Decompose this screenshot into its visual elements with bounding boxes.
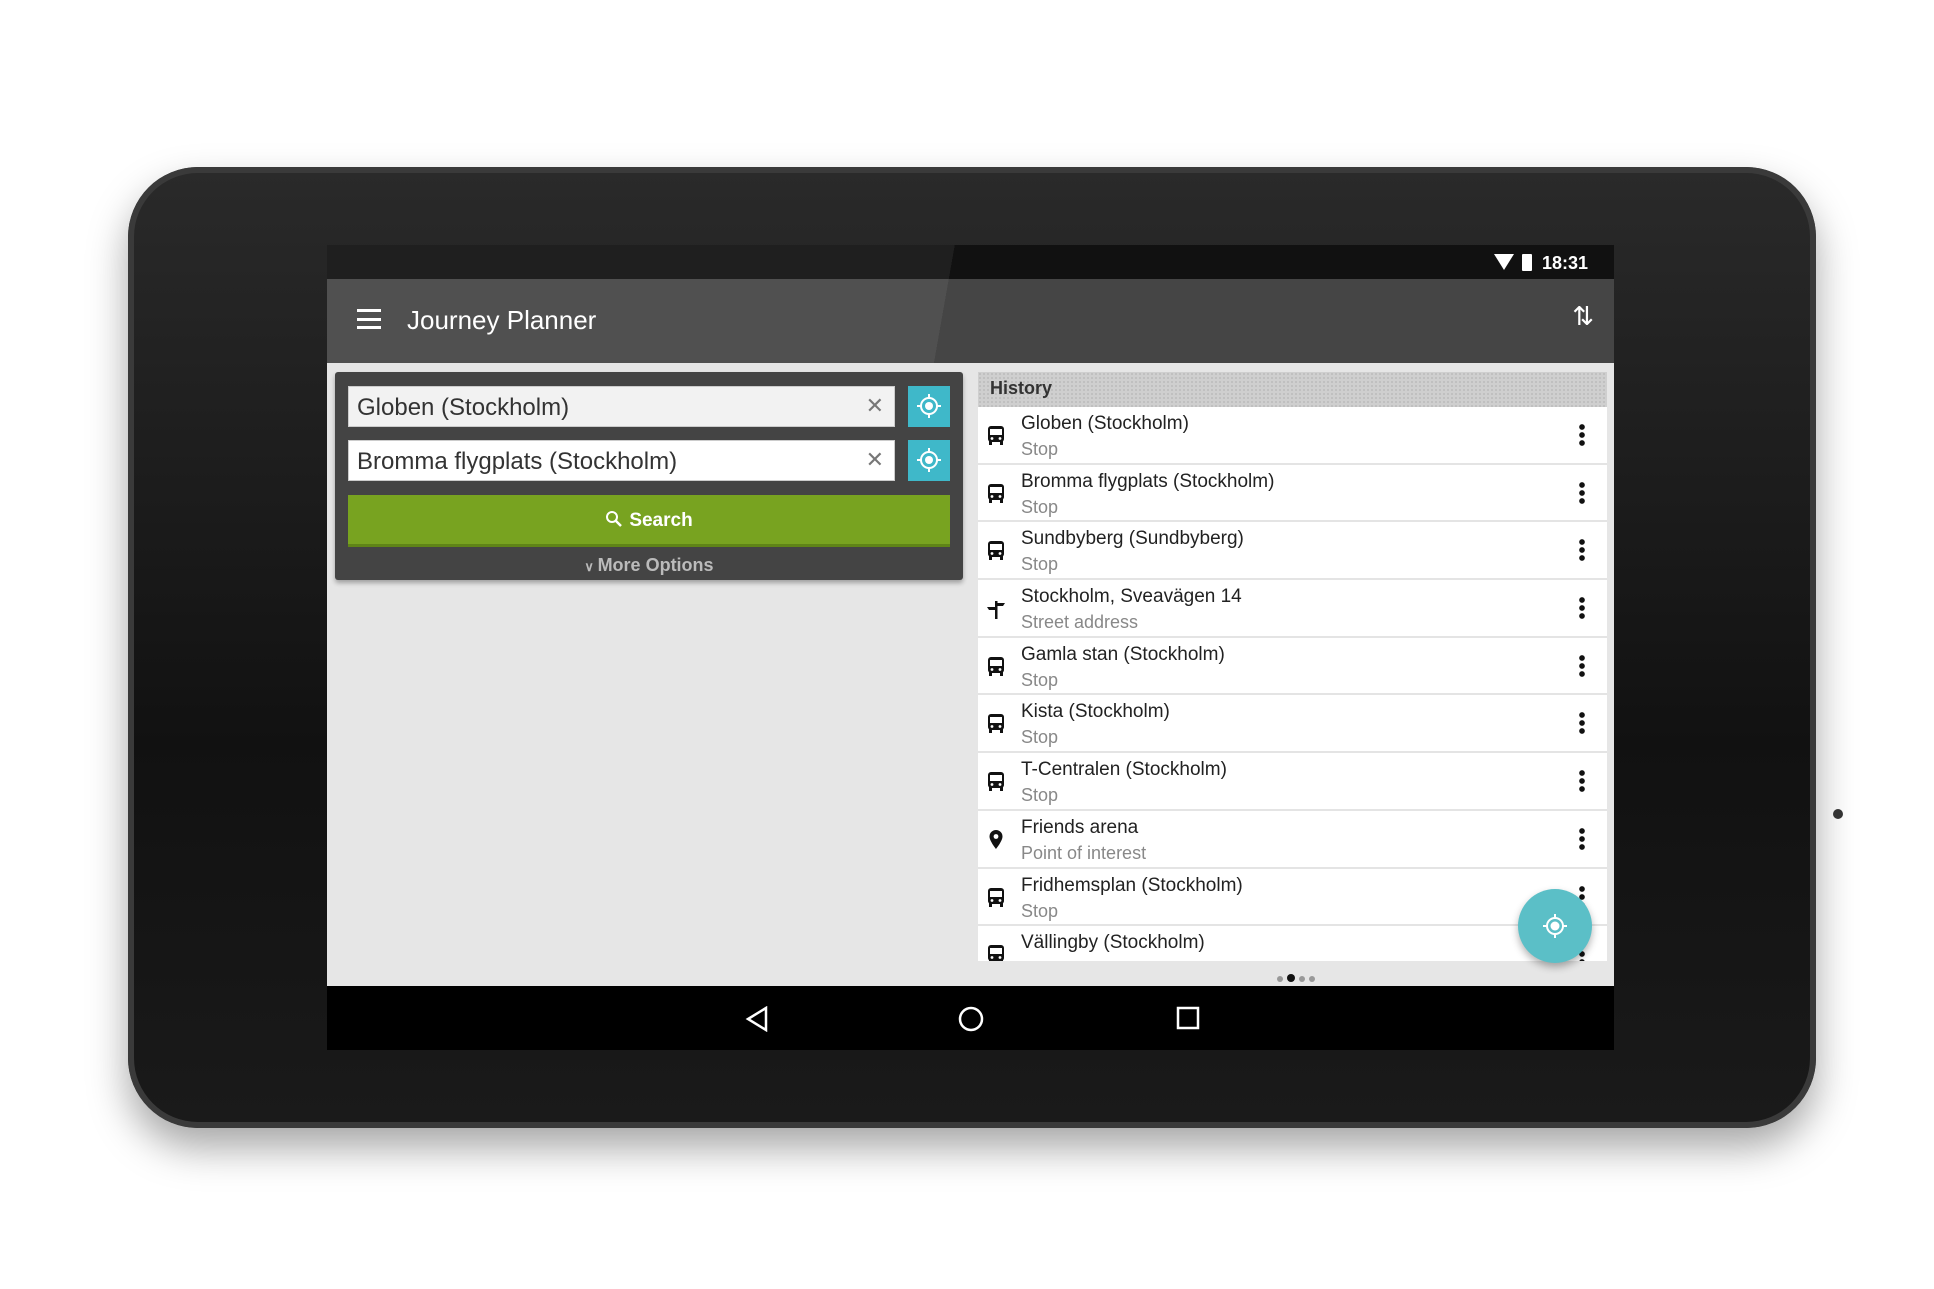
history-item-name: Friends arena (1021, 816, 1139, 838)
history-item[interactable]: Gamla stan (Stockholm) Stop (978, 638, 1607, 696)
light-sensor (1833, 809, 1843, 819)
clear-from-icon[interactable]: ✕ (866, 393, 884, 419)
from-field[interactable]: Globen (Stockholm) ✕ (348, 386, 895, 427)
navigation-bar (327, 986, 1614, 1050)
history-item[interactable]: Bromma flygplats (Stockholm) Stop (978, 465, 1607, 523)
page-dot[interactable] (1298, 976, 1305, 982)
overflow-menu-icon[interactable] (1579, 423, 1585, 447)
bus-icon (986, 944, 1006, 961)
overflow-menu-icon[interactable] (1579, 480, 1585, 505)
search-label: Search (629, 510, 693, 531)
history-item-name: Fridhemsplan (Stockholm) (1021, 874, 1243, 896)
more-options-label: More Options (597, 555, 714, 575)
history-item-type: Stop (1021, 554, 1059, 575)
history-item-name: Vällingby (Stockholm) (1021, 932, 1205, 954)
bus-icon (986, 771, 1006, 793)
back-icon[interactable] (745, 1005, 769, 1037)
search-icon (606, 511, 623, 527)
history-item-type: Stop (1021, 785, 1059, 806)
history-panel: History Globen (Stockholm) Stop Bromma fly… (978, 372, 1607, 961)
battery-icon (1522, 254, 1532, 271)
overflow-menu-icon[interactable] (1579, 538, 1585, 563)
page-title: Journey Planner (407, 305, 597, 335)
menu-icon[interactable] (357, 309, 381, 329)
clock: 18:31 (1541, 253, 1588, 273)
history-item[interactable]: Vällingby (Stockholm) (978, 926, 1607, 961)
history-item-type: Street address (1021, 612, 1139, 633)
clear-to-icon[interactable]: ✕ (866, 447, 884, 473)
history-item[interactable]: Fridhemsplan (Stockholm) Stop (978, 869, 1607, 927)
bus-icon (986, 656, 1006, 678)
from-location-button[interactable] (908, 386, 950, 427)
history-item-name: Sundbyberg (Sundbyberg) (1021, 528, 1244, 550)
bus-icon (986, 887, 1006, 909)
bus-icon (986, 713, 1006, 735)
page-dot[interactable] (1308, 976, 1315, 982)
signpost-icon (986, 598, 1006, 620)
my-location-fab[interactable] (1518, 889, 1592, 963)
swap-icon[interactable]: ⇅ (1572, 301, 1594, 332)
page-indicator (327, 969, 1614, 987)
history-item[interactable]: Kista (Stockholm) Stop (978, 695, 1607, 754)
history-item[interactable]: T-Centralen (Stockholm) Stop (978, 753, 1607, 811)
search-form: Globen (Stockholm) ✕ Bromma flygplats (S… (335, 372, 963, 580)
to-field[interactable]: Bromma flygplats (Stockholm) ✕ (348, 440, 895, 481)
history-item-name: Kista (Stockholm) (1021, 701, 1170, 723)
overflow-menu-icon[interactable] (1579, 769, 1585, 794)
wifi-icon (1494, 254, 1514, 270)
to-location-button[interactable] (908, 440, 950, 481)
history-item-type: Stop (1021, 439, 1059, 459)
page-dot[interactable] (1276, 976, 1283, 982)
history-item[interactable]: Globen (Stockholm) Stop (978, 407, 1607, 465)
more-options-toggle[interactable]: ∨ More Options (335, 555, 963, 576)
overflow-menu-icon[interactable] (1579, 653, 1585, 678)
search-button[interactable]: Search (348, 495, 950, 547)
bus-icon (986, 540, 1006, 562)
recents-icon[interactable] (1176, 1006, 1200, 1035)
crosshair-icon (1543, 914, 1567, 938)
screen: 18:31 Journey Planner ⇅ Globen (Stockhol… (327, 245, 1614, 1050)
crosshair-icon (917, 448, 941, 472)
app-bar: Journey Planner ⇅ (327, 279, 1614, 363)
to-value: Bromma flygplats (Stockholm) (357, 448, 678, 475)
history-item[interactable]: Stockholm, Sveavägen 14 Street address (978, 580, 1607, 638)
history-item-name: Stockholm, Sveavägen 14 (1021, 586, 1242, 608)
from-value: Globen (Stockholm) (357, 394, 570, 421)
history-item-name: Gamla stan (Stockholm) (1021, 643, 1225, 665)
history-item-type: Stop (1021, 900, 1059, 921)
history-item[interactable]: Friends arena Point of interest (978, 811, 1607, 869)
history-item-name: Globen (Stockholm) (1021, 413, 1189, 434)
overflow-menu-icon[interactable] (1579, 826, 1585, 851)
pin-icon (986, 829, 1006, 851)
history-item-name: Bromma flygplats (Stockholm) (1021, 470, 1275, 492)
history-item-name: T-Centralen (Stockholm) (1021, 759, 1227, 781)
history-item-type: Stop (1021, 669, 1059, 690)
history-header: History (978, 372, 1607, 407)
chevron-down-icon: ∨ (584, 559, 598, 574)
history-item-type: Point of interest (1021, 842, 1147, 863)
overflow-menu-icon[interactable] (1579, 596, 1585, 621)
history-item[interactable]: Sundbyberg (Sundbyberg) Stop (978, 522, 1607, 581)
history-item-type: Stop (1021, 496, 1059, 517)
overflow-menu-icon[interactable] (1579, 711, 1585, 736)
home-icon[interactable] (958, 1006, 984, 1037)
page-dot[interactable] (1286, 974, 1295, 982)
status-bar: 18:31 (327, 245, 1614, 279)
crosshair-icon (917, 394, 941, 418)
history-item-type: Stop (1021, 727, 1059, 748)
bus-icon (986, 425, 1006, 447)
bus-icon (986, 483, 1006, 505)
